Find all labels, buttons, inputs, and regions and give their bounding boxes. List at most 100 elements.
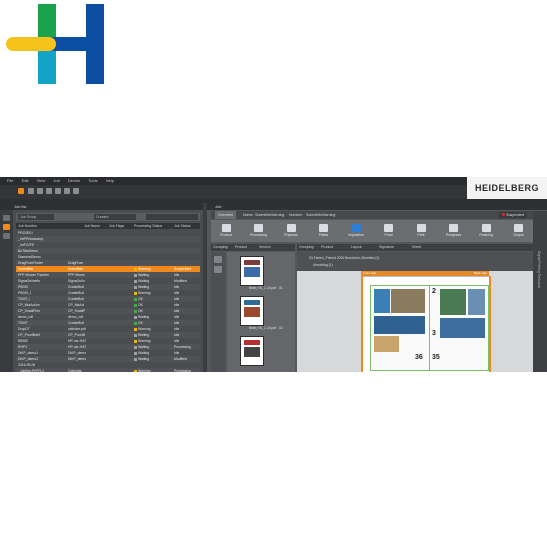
- job-number-cell-text: DropDT: [18, 327, 30, 331]
- processing-status-cell-text: Waiting: [138, 345, 150, 349]
- col-job-flags[interactable]: Job Flags: [109, 223, 124, 229]
- number-label: Number:: [289, 213, 303, 217]
- job-list-title: Job list: [0, 203, 203, 210]
- page-left[interactable]: 36: [370, 285, 430, 371]
- sheet-checkbox[interactable]: Sheet: [412, 244, 421, 251]
- step-label: Processing: [250, 233, 267, 237]
- created-dropdown[interactable]: Created: [94, 214, 136, 220]
- job-status-cell-text: Idle: [174, 309, 180, 313]
- suspended-label: Suspended: [506, 213, 524, 217]
- step-imposition[interactable]: Imposition: [345, 222, 367, 240]
- step-output[interactable]: Output: [508, 222, 530, 240]
- press-sheet[interactable]: 36 2 3 35: [361, 276, 491, 372]
- step-plates[interactable]: Plates: [313, 222, 335, 240]
- step-postpress[interactable]: Postpress: [443, 222, 465, 240]
- job-name-cell-text: DragFrom: [68, 261, 84, 265]
- step-proof[interactable]: Proof: [378, 222, 400, 240]
- job-number-cell-text: RHP1: [18, 345, 28, 349]
- page-right[interactable]: 2 3 35: [429, 285, 489, 371]
- processing-icon: [254, 224, 263, 232]
- status-icon: [134, 303, 137, 307]
- page-view-icon[interactable]: [214, 256, 222, 263]
- new-job-icon[interactable]: [18, 188, 24, 194]
- menu-device[interactable]: Device: [68, 178, 80, 183]
- step-label: Print: [417, 233, 425, 237]
- job-status-cell-text: Processing: [174, 345, 191, 349]
- side-strip-label: Digital Printing Technical: [537, 251, 541, 288]
- page-thumbnail-2[interactable]: [240, 296, 264, 326]
- job-name-cell-text: SignaOnlin: [68, 279, 85, 283]
- signature-checkbox[interactable]: Signature: [379, 244, 394, 251]
- status-icon: [134, 357, 137, 361]
- step-finishing[interactable]: Finishing: [475, 222, 497, 240]
- prepress-icon: [286, 224, 296, 232]
- step-print[interactable]: Print: [410, 222, 432, 240]
- job-number-value: SubmitMeWarning: [306, 213, 336, 217]
- col-job-name[interactable]: Job Name: [84, 223, 100, 229]
- job-filter-bar: Job Group Created: [16, 213, 200, 221]
- job-number-cell-text: PROJEKI: [18, 231, 33, 235]
- status-icon: [134, 345, 137, 349]
- print-icon: [416, 224, 426, 232]
- processing-status-cell-text: Waiting: [138, 333, 150, 337]
- col-job-status[interactable]: Job Status: [174, 223, 191, 229]
- version-checkbox[interactable]: Version: [259, 244, 271, 251]
- job-name-cell-text: PPF Mowe: [68, 273, 85, 277]
- step-processing[interactable]: Processing: [248, 222, 270, 240]
- menu-tools[interactable]: Tools: [88, 178, 97, 183]
- job-name-cell-text: CP_MaAct: [68, 303, 85, 307]
- col-processing-status[interactable]: Processing Status: [134, 223, 162, 229]
- menu-view[interactable]: View: [37, 178, 46, 183]
- job-number-cell-text: SubmitMe: [18, 267, 34, 271]
- job-name-cell-text: SubmitMe: [68, 267, 84, 271]
- save-icon[interactable]: [37, 188, 43, 194]
- page-thumbnail-3[interactable]: [240, 336, 264, 366]
- product-checkbox-2[interactable]: Product: [321, 244, 333, 251]
- tab-overview[interactable]: Overview: [215, 211, 236, 219]
- layout-checkbox[interactable]: Layout: [351, 244, 362, 251]
- menu-edit[interactable]: Edit: [22, 178, 29, 183]
- product-checkbox[interactable]: Product: [235, 244, 247, 251]
- processing-status-cell-text: Warning: [138, 291, 151, 295]
- tree-node-cover[interactable]: Umschlag (1): [313, 263, 333, 267]
- filter-icon[interactable]: [3, 215, 10, 221]
- job-number-cell-text: PPF Mower Thumbn: [18, 273, 50, 277]
- page-number-35: 35: [432, 354, 440, 361]
- processing-status-cell-text: Waiting: [138, 315, 150, 319]
- job-number-cell-text: CP_SmallPrev: [18, 309, 41, 313]
- page-tools: [211, 252, 225, 372]
- table-row[interactable]: _JobMgr.PrjPFL2 Calendar Warning Processing: [16, 368, 200, 372]
- job-name-cell-text: Calendar: [68, 369, 82, 372]
- job-group-dropdown[interactable]: Job Group: [18, 214, 54, 220]
- menu-help[interactable]: Help: [106, 178, 114, 183]
- job-number-cell-text: CP_ProofBrief: [18, 333, 40, 337]
- grid-view-icon[interactable]: [214, 266, 222, 273]
- application-window: File Edit View Job Device Tools Help HEI…: [0, 177, 547, 372]
- search-input[interactable]: [146, 214, 198, 220]
- search-icon[interactable]: [73, 188, 79, 194]
- menu-file[interactable]: File: [7, 178, 13, 183]
- step-prepress[interactable]: Prepress: [280, 222, 302, 240]
- step-product[interactable]: Product: [215, 222, 237, 240]
- processing-status-cell-text: Waiting: [138, 273, 150, 277]
- job-detail-panel: Job Overview Name: SubmitMeWarning Numbe…: [207, 203, 547, 372]
- job-number-cell-text: T0007: [18, 321, 28, 325]
- col-job-number[interactable]: Job Number: [18, 223, 37, 229]
- job-folder-icon[interactable]: [3, 224, 10, 230]
- menu-job[interactable]: Job: [53, 178, 59, 183]
- page-number-3: 3: [432, 330, 436, 337]
- suspended-icon: [502, 213, 506, 216]
- right-grouping-bar: Grouping: Product Layout Signature Sheet: [297, 244, 533, 251]
- page-thumbnail-1[interactable]: [240, 256, 264, 286]
- open-icon[interactable]: [28, 188, 34, 194]
- archive-icon[interactable]: [3, 233, 10, 239]
- job-number-cell-text: DiamondDemo: [18, 255, 41, 259]
- processing-status-cell-text: Warning: [138, 267, 151, 271]
- settings-icon[interactable]: [64, 188, 70, 194]
- tree-node-layout[interactable]: 03-Falzen_Primed 2000 Broschüre-Sheetfed…: [309, 256, 379, 260]
- status-icon: [134, 369, 137, 372]
- refresh-icon[interactable]: [55, 188, 61, 194]
- grouping-label-2: Grouping:: [299, 245, 315, 249]
- print-icon[interactable]: [46, 188, 52, 194]
- step-label: Postpress: [445, 233, 462, 237]
